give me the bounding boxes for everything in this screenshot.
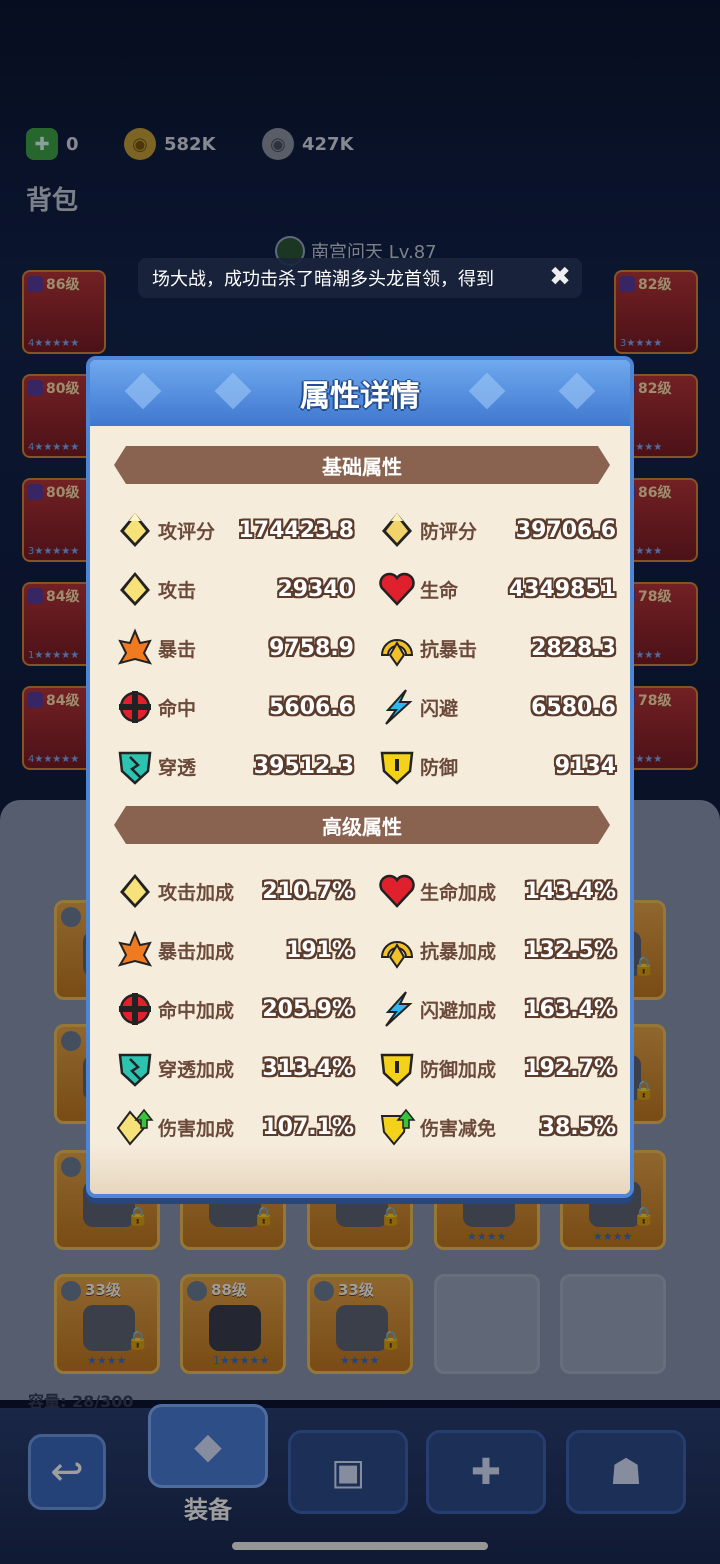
defense-rating-icon — [376, 509, 418, 551]
advanced-attributes-header: 高级属性 — [114, 806, 610, 844]
dodge-icon — [376, 686, 418, 728]
stat-label: 暴击加成 — [158, 940, 235, 963]
stat-label: 抗暴加成 — [420, 940, 497, 963]
stat-row: 命中 5606.6 — [114, 685, 354, 729]
stat-value: 174423.8 — [238, 517, 354, 543]
stat-value: 210.7% — [262, 878, 354, 904]
accuracy-icon — [114, 686, 156, 728]
stat-label: 防评分 — [420, 520, 478, 543]
heart-icon — [376, 870, 418, 912]
stat-label: 伤害加成 — [158, 1117, 235, 1140]
stat-label: 闪避 — [420, 697, 459, 720]
attribute-details-modal: 属性详情 基础属性 攻评分 174423.8 防评分 39706.6 攻击 29340 生命… — [86, 356, 634, 1198]
stat-value: 6580.6 — [531, 694, 616, 720]
stat-row: 穿透加成 313.4% — [114, 1046, 354, 1090]
attack-icon — [114, 568, 156, 610]
stat-value: 205.9% — [262, 996, 354, 1022]
stat-row: 防御 9134 — [376, 744, 616, 788]
stat-label: 暴击 — [158, 638, 197, 661]
penetration-icon — [114, 745, 156, 787]
stat-label: 生命加成 — [420, 881, 497, 904]
stat-label: 防御加成 — [420, 1058, 497, 1081]
stat-label: 攻击加成 — [158, 881, 235, 904]
stat-value: 191% — [286, 937, 354, 963]
crit-resist-icon — [376, 929, 418, 971]
stat-value: 192.7% — [524, 1055, 616, 1081]
stat-value: 5606.6 — [269, 694, 354, 720]
parchment-bottom-decoration — [90, 1144, 630, 1194]
defense-icon — [376, 1047, 418, 1089]
stat-row: 攻评分 174423.8 — [114, 508, 354, 552]
stat-label: 命中 — [158, 697, 197, 720]
stat-row: 命中加成 205.9% — [114, 987, 354, 1031]
damage-bonus-icon — [114, 1106, 156, 1148]
header-ornament-icon — [468, 372, 506, 410]
modal-title: 属性详情 — [300, 379, 420, 414]
damage-reduction-icon — [376, 1106, 418, 1148]
stat-label: 穿透 — [158, 756, 197, 779]
stat-label: 闪避加成 — [420, 999, 497, 1022]
stat-value: 313.4% — [262, 1055, 354, 1081]
stat-row: 伤害减免 38.5% — [376, 1105, 616, 1149]
stat-row: 暴击 9758.9 — [114, 626, 354, 670]
defense-icon — [376, 745, 418, 787]
dodge-icon — [376, 988, 418, 1030]
stat-label: 伤害减免 — [420, 1117, 497, 1140]
stat-row: 防评分 39706.6 — [376, 508, 616, 552]
crit-icon — [114, 627, 156, 669]
stat-label: 穿透加成 — [158, 1058, 235, 1081]
heart-icon — [376, 568, 418, 610]
attack-rating-icon — [114, 509, 156, 551]
header-ornament-icon — [124, 372, 162, 410]
crit-icon — [114, 929, 156, 971]
close-icon[interactable]: ✖ — [546, 264, 574, 292]
stat-row: 防御加成 192.7% — [376, 1046, 616, 1090]
header-ornament-icon — [558, 372, 596, 410]
stat-row: 抗暴加成 132.5% — [376, 928, 616, 972]
stat-value: 2828.3 — [531, 635, 616, 661]
stat-value: 107.1% — [262, 1114, 354, 1140]
accuracy-icon — [114, 988, 156, 1030]
stat-label: 抗暴击 — [420, 638, 478, 661]
stat-row: 抗暴击 2828.3 — [376, 626, 616, 670]
notification-toast: 场大战，成功击杀了暗潮多头龙首领，得到 ✖ — [138, 258, 582, 298]
stat-value: 9758.9 — [269, 635, 354, 661]
stat-value: 39706.6 — [515, 517, 616, 543]
stat-label: 生命 — [420, 579, 459, 602]
stat-value: 29340 — [277, 576, 354, 602]
stat-row: 攻击加成 210.7% — [114, 869, 354, 913]
basic-attributes-header: 基础属性 — [114, 446, 610, 484]
penetration-icon — [114, 1047, 156, 1089]
toast-text: 场大战，成功击杀了暗潮多头龙首领，得到 — [152, 269, 494, 290]
stat-value: 143.4% — [524, 878, 616, 904]
stat-value: 39512.3 — [253, 753, 354, 779]
stat-label: 攻击 — [158, 579, 197, 602]
stat-value: 132.5% — [524, 937, 616, 963]
stat-row: 生命加成 143.4% — [376, 869, 616, 913]
stat-row: 生命 4349851 — [376, 567, 616, 611]
stat-row: 伤害加成 107.1% — [114, 1105, 354, 1149]
stat-value: 9134 — [554, 753, 616, 779]
header-ornament-icon — [214, 372, 252, 410]
stat-value: 4349851 — [508, 576, 616, 602]
stat-row: 闪避 6580.6 — [376, 685, 616, 729]
stat-label: 攻评分 — [158, 520, 216, 543]
modal-header: 属性详情 — [90, 360, 630, 426]
stat-value: 163.4% — [524, 996, 616, 1022]
stat-row: 攻击 29340 — [114, 567, 354, 611]
stat-row: 暴击加成 191% — [114, 928, 354, 972]
stat-value: 38.5% — [539, 1114, 616, 1140]
stat-label: 防御 — [420, 756, 459, 779]
stat-label: 命中加成 — [158, 999, 235, 1022]
stat-row: 闪避加成 163.4% — [376, 987, 616, 1031]
crit-resist-icon — [376, 627, 418, 669]
stat-row: 穿透 39512.3 — [114, 744, 354, 788]
attack-icon — [114, 870, 156, 912]
